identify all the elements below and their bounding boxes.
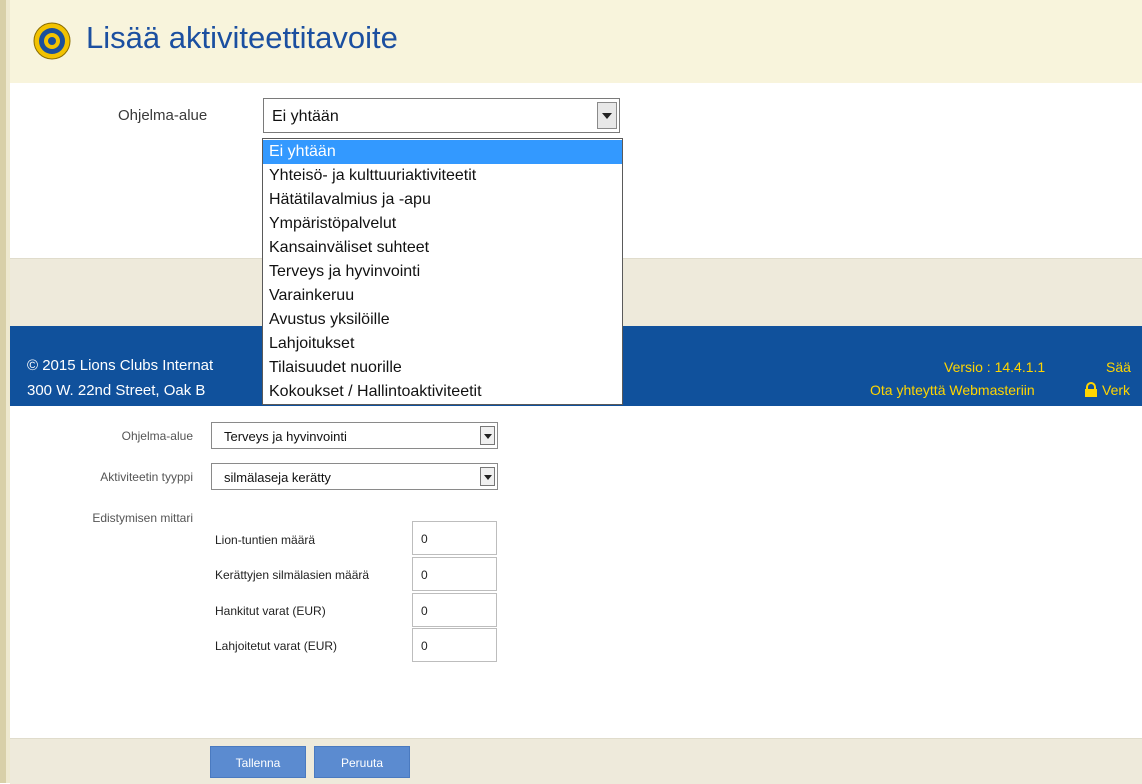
footer-copyright: © 2015 Lions Clubs Internat xyxy=(27,357,214,374)
metric-label: Lion-tuntien määrä xyxy=(215,533,316,547)
footer-terms-link[interactable]: Sää xyxy=(1106,359,1131,375)
metric-value: 0 xyxy=(421,568,428,582)
activity-type-select[interactable]: silmälaseja kerätty xyxy=(211,463,498,490)
metric-value: 0 xyxy=(421,532,428,546)
program-area-value: Ei yhtään xyxy=(272,108,339,125)
metric-input[interactable]: 0 xyxy=(412,628,497,662)
program-area-label: Ohjelma-alue xyxy=(118,107,208,124)
save-button[interactable]: Tallenna xyxy=(210,746,306,778)
dropdown-option[interactable]: Lahjoitukset xyxy=(263,332,622,356)
lions-logo-icon xyxy=(33,22,71,60)
metric-input[interactable]: 0 xyxy=(412,593,497,627)
dropdown-arrow-button[interactable] xyxy=(597,102,617,129)
footer-address: 300 W. 22nd Street, Oak B xyxy=(27,382,206,399)
chevron-down-icon xyxy=(484,434,492,439)
program-area-select-2[interactable]: Terveys ja hyvinvointi xyxy=(211,422,498,449)
metric-value: 0 xyxy=(421,639,428,653)
dropdown-option[interactable]: Ei yhtään xyxy=(263,140,622,164)
dropdown-option[interactable]: Terveys ja hyvinvointi xyxy=(263,260,622,284)
progress-metrics-label: Edistymisen mittari xyxy=(92,511,193,525)
metric-input[interactable]: 0 xyxy=(412,557,497,591)
lock-icon xyxy=(1084,382,1098,398)
program-area-select[interactable]: Ei yhtään xyxy=(263,98,620,133)
program-area-label-2: Ohjelma-alue xyxy=(121,429,193,443)
metric-input[interactable]: 0 xyxy=(412,521,497,555)
program-area-value-2: Terveys ja hyvinvointi xyxy=(224,429,347,444)
bottom-action-bar xyxy=(10,738,1142,784)
footer-secure-link[interactable]: Verk xyxy=(1102,382,1130,398)
activity-type-label: Aktiviteetin tyyppi xyxy=(100,470,193,484)
activity-type-value: silmälaseja kerätty xyxy=(224,470,331,485)
program-area-dropdown-list: Ei yhtään Yhteisö- ja kulttuuriaktivitee… xyxy=(262,138,623,405)
dropdown-arrow-button[interactable] xyxy=(480,426,495,445)
dropdown-option[interactable]: Kokoukset / Hallintoaktiviteetit xyxy=(263,380,622,404)
footer-version: Versio : 14.4.1.1 xyxy=(944,359,1046,375)
cancel-button[interactable]: Peruuta xyxy=(314,746,410,778)
chevron-down-icon xyxy=(484,475,492,480)
metric-label: Hankitut varat (EUR) xyxy=(215,604,326,618)
dropdown-option[interactable]: Varainkeruu xyxy=(263,284,622,308)
chevron-down-icon xyxy=(602,113,612,119)
dropdown-arrow-button[interactable] xyxy=(480,467,495,486)
metric-label: Kerättyjen silmälasien määrä xyxy=(215,568,370,582)
dropdown-option[interactable]: Hätätilavalmius ja -apu xyxy=(263,188,622,212)
page-title: Lisää aktiviteettitavoite xyxy=(86,20,398,55)
dropdown-option[interactable]: Yhteisö- ja kulttuuriaktiviteetit xyxy=(263,164,622,188)
dropdown-option[interactable]: Ympäristöpalvelut xyxy=(263,212,622,236)
metric-label: Lahjoitetut varat (EUR) xyxy=(215,639,338,653)
metric-value: 0 xyxy=(421,604,428,618)
dropdown-option[interactable]: Tilaisuudet nuorille xyxy=(263,356,622,380)
dropdown-option[interactable]: Avustus yksilöille xyxy=(263,308,622,332)
footer-contact-link[interactable]: Ota yhteyttä Webmasteriin xyxy=(870,382,1035,398)
dropdown-option[interactable]: Kansainväliset suhteet xyxy=(263,236,622,260)
